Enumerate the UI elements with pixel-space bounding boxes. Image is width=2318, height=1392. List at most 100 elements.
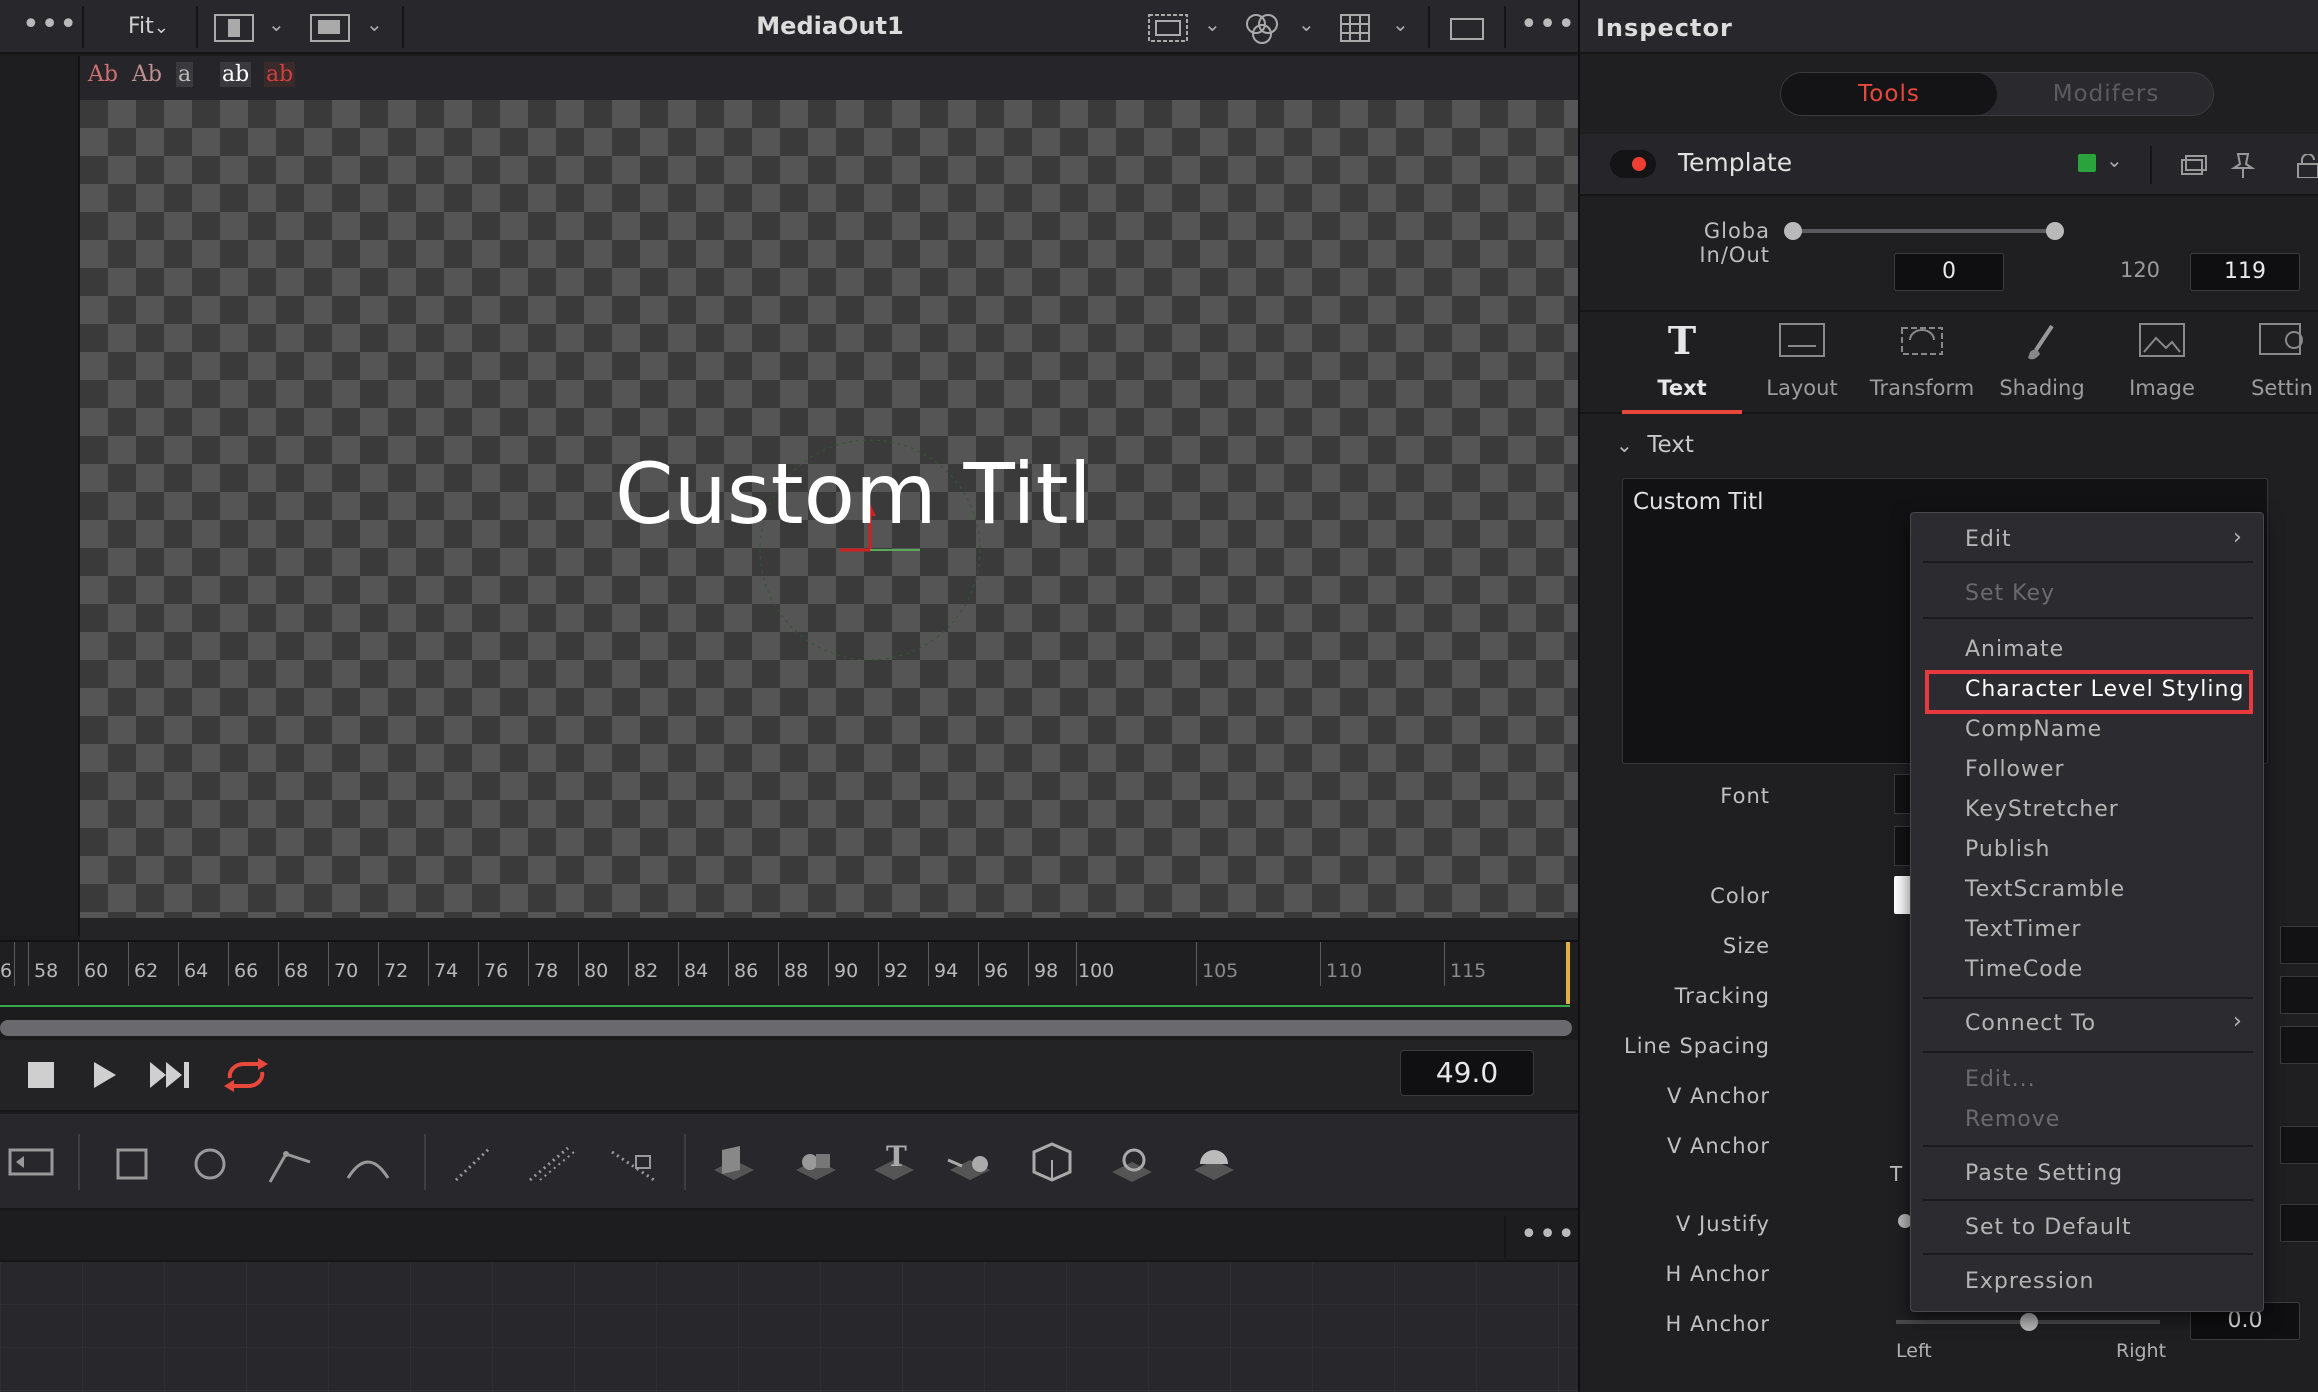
text-tool-kerning-ab[interactable]: ab	[220, 62, 252, 87]
playhead-marker[interactable]	[1566, 942, 1570, 1004]
text-tool-a[interactable]: a	[176, 62, 194, 87]
tab-shading[interactable]: Shading	[1982, 312, 2102, 416]
tab-settings[interactable]: Settin	[2222, 312, 2318, 416]
color-channels-icon[interactable]	[1244, 12, 1280, 44]
tool-color-swatch[interactable]	[2078, 154, 2096, 172]
v-anchor-field[interactable]	[2280, 1126, 2318, 1164]
menu-item-compname[interactable]: CompName	[1965, 717, 2102, 742]
background-tool-icon[interactable]	[6, 1144, 56, 1180]
camera3d-icon[interactable]	[942, 1140, 1000, 1188]
current-time-field[interactable]: 49.0	[1400, 1050, 1534, 1096]
viewer-more-menu-icon[interactable]: •••	[1520, 10, 1576, 40]
roi-icon[interactable]	[1148, 14, 1188, 42]
viewer-left-gutter	[0, 56, 80, 936]
chevron-right-icon: ›	[2233, 1009, 2242, 1034]
global-out-field[interactable]: 119	[2190, 253, 2300, 291]
particle-render-icon[interactable]	[524, 1142, 578, 1186]
split-view-icon[interactable]	[214, 14, 254, 42]
tool-name[interactable]: Template	[1678, 148, 1792, 177]
rectangle-mask-icon[interactable]	[112, 1144, 152, 1184]
chevron-down-icon[interactable]: ⌄	[366, 12, 383, 36]
spotlight3d-icon[interactable]	[1104, 1140, 1160, 1188]
menu-item-timecode[interactable]: TimeCode	[1965, 957, 2083, 982]
particle-emitter-icon[interactable]	[450, 1142, 498, 1186]
menu-item-set-to-default[interactable]: Set to Default	[1965, 1215, 2132, 1240]
ruler-tick	[978, 942, 979, 986]
safe-frame-icon[interactable]	[1450, 18, 1484, 40]
skip-to-end-icon[interactable]	[148, 1060, 194, 1090]
menu-item-animate[interactable]: Animate	[1965, 637, 2064, 662]
particle-text-icon[interactable]	[606, 1142, 660, 1186]
overlay-view-icon[interactable]	[310, 14, 350, 42]
zoom-fit-dropdown[interactable]: Fit⌄	[128, 14, 169, 39]
play-icon[interactable]	[92, 1060, 118, 1090]
viewer-toolbar: ••• Fit⌄ ⌄ ⌄ MediaOut1 ⌄ ⌄ ⌄ •••	[0, 0, 1578, 54]
text-tool-shadow-ab[interactable]: Ab	[132, 62, 162, 87]
timeline-scrollbar[interactable]	[0, 1020, 1572, 1036]
ruler-label: 66	[234, 960, 259, 982]
tab-layout[interactable]: Layout	[1742, 312, 1862, 416]
renderer3d-icon[interactable]	[1024, 1138, 1080, 1188]
size-field[interactable]	[2280, 926, 2318, 964]
versions-icon[interactable]	[2180, 154, 2208, 178]
menu-item-remove[interactable]: Remove	[1965, 1107, 2060, 1132]
loop-icon[interactable]	[222, 1056, 270, 1094]
global-out-handle[interactable]	[2046, 222, 2064, 240]
merge3d-icon[interactable]	[788, 1140, 844, 1188]
menu-item-texttimer[interactable]: TextTimer	[1965, 917, 2081, 942]
global-range-slider[interactable]	[1794, 229, 2056, 233]
canvas-title-text[interactable]: Custom Titl	[615, 445, 1092, 543]
shape3d-icon[interactable]	[706, 1140, 762, 1188]
tracking-field[interactable]	[2280, 976, 2318, 1014]
divider	[1504, 6, 1506, 48]
node-editor-more-icon[interactable]: •••	[1520, 1220, 1576, 1250]
global-in-handle[interactable]	[1784, 222, 1802, 240]
text3d-icon[interactable]: T	[866, 1136, 922, 1188]
divider	[196, 6, 198, 48]
ruler-tick	[1028, 942, 1029, 986]
bspline-mask-icon[interactable]	[344, 1142, 394, 1186]
menu-item-publish[interactable]: Publish	[1965, 837, 2050, 862]
h-anchor-handle[interactable]	[2020, 1313, 2038, 1331]
chevron-down-icon[interactable]: ⌄	[1298, 12, 1315, 36]
menu-item-set-key[interactable]: Set Key	[1965, 581, 2055, 606]
text-tool-underline-ab[interactable]: Ab	[88, 62, 118, 87]
polygon-mask-icon[interactable]	[266, 1142, 316, 1186]
global-in-field[interactable]: 0	[1894, 253, 2004, 291]
menu-item-character-level-styling[interactable]: Character Level Styling	[1965, 677, 2244, 702]
grid-icon[interactable]	[1340, 14, 1370, 42]
section-header-text[interactable]: ⌄ Text	[1616, 432, 1694, 458]
node-editor-grid[interactable]	[0, 1262, 1578, 1392]
menu-item-follower[interactable]: Follower	[1965, 757, 2065, 782]
tab-text[interactable]: T Text	[1622, 312, 1742, 416]
menu-item-textscramble[interactable]: TextScramble	[1965, 877, 2125, 902]
chevron-down-icon[interactable]: ⌄	[1204, 12, 1221, 36]
image-plane3d-icon[interactable]	[1186, 1138, 1242, 1188]
tool-enable-toggle[interactable]	[1610, 150, 1656, 178]
lock-icon[interactable]	[2296, 154, 2318, 178]
pin-icon[interactable]	[2230, 150, 2256, 180]
tab-modifiers[interactable]: Modifers	[1999, 73, 2213, 115]
menu-item-connect-to[interactable]: Connect To	[1965, 1011, 2096, 1036]
tab-image[interactable]: Image	[2102, 312, 2222, 416]
chevron-down-icon[interactable]: ⌄	[2106, 148, 2123, 172]
text-tool-styling-ab[interactable]: ab	[264, 62, 296, 87]
tab-tools[interactable]: Tools	[1781, 73, 1997, 115]
timeline-ruler[interactable]: 6 58 60 62 64 66 68 70 72 74 76 78 80 82…	[0, 940, 1578, 1002]
chevron-down-icon[interactable]: ⌄	[268, 12, 285, 36]
chevron-down-icon[interactable]: ⌄	[1392, 12, 1409, 36]
stop-icon[interactable]	[28, 1062, 54, 1088]
menu-item-edit-dots[interactable]: Edit...	[1965, 1067, 2036, 1092]
ellipse-mask-icon[interactable]	[190, 1144, 230, 1184]
menu-item-edit[interactable]: Edit	[1965, 527, 2012, 552]
viewer-options-menu-icon[interactable]: •••	[22, 10, 78, 40]
line-spacing-field[interactable]	[2280, 1026, 2318, 1064]
menu-item-paste-setting[interactable]: Paste Setting	[1965, 1161, 2123, 1186]
viewer-canvas[interactable]: Custom Titl	[80, 100, 1578, 918]
image-icon	[2102, 322, 2222, 362]
ruler-tick	[128, 942, 129, 986]
tab-transform[interactable]: Transform	[1862, 312, 1982, 416]
menu-item-keystretcher[interactable]: KeyStretcher	[1965, 797, 2119, 822]
v-justify-field[interactable]	[2280, 1204, 2318, 1242]
menu-item-expression[interactable]: Expression	[1965, 1269, 2094, 1294]
